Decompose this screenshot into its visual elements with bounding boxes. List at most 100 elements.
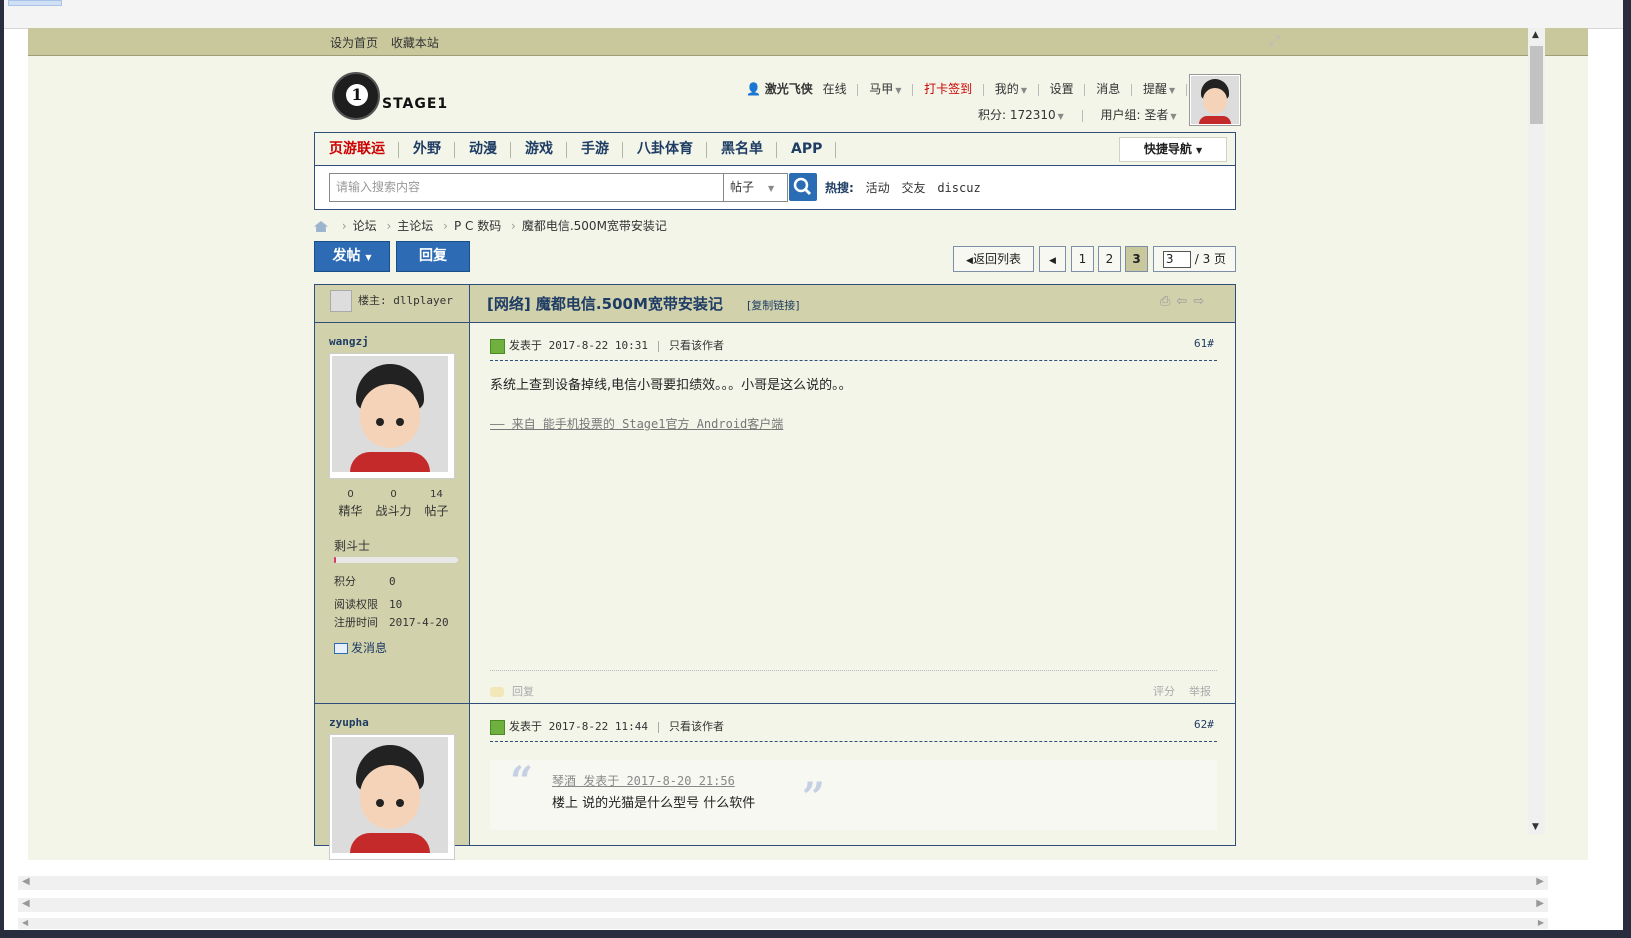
post-reply-link[interactable]: 回复: [490, 683, 534, 699]
post-signature[interactable]: —— 来自 能手机投票的 Stage1官方 Android客户端: [490, 415, 783, 432]
print-icon[interactable]: ⎙: [1160, 294, 1176, 309]
breadcrumb-pc-digital[interactable]: P C 数码: [454, 219, 501, 233]
nav-item-app[interactable]: APP: [777, 133, 837, 165]
breadcrumb-main-forum[interactable]: 主论坛: [397, 219, 433, 233]
search-button[interactable]: [789, 173, 817, 201]
hot-search-item[interactable]: discuz: [937, 181, 980, 195]
chevron-down-icon: ▼: [895, 86, 902, 95]
chevron-down-icon: ▼: [1057, 112, 1064, 121]
scroll-left-icon: ◀: [22, 918, 29, 927]
horizontal-scrollbar-outer-2[interactable]: ◀ ▶: [18, 918, 1548, 929]
hot-search-item[interactable]: 活动: [866, 181, 890, 195]
home-icon[interactable]: [314, 221, 328, 232]
nav-item-mobile-games[interactable]: 手游: [567, 133, 623, 165]
post-author-avatar[interactable]: [329, 353, 455, 479]
nav-item-gossip-sports[interactable]: 八卦体育: [623, 133, 707, 165]
page-1[interactable]: 1: [1071, 246, 1094, 272]
nav-item-games[interactable]: 游戏: [511, 133, 567, 165]
post-floor[interactable]: 61#: [1194, 337, 1214, 350]
nav-item-blacklist[interactable]: 黑名单: [707, 133, 777, 165]
breadcrumb-forum[interactable]: 论坛: [353, 219, 377, 233]
scroll-left-icon: ◀: [22, 876, 30, 887]
online-status: 在线: [822, 82, 847, 96]
desktop-bottom-edge: [0, 930, 1631, 938]
quote-meta[interactable]: 琴酒 发表于 2017-8-20 21:56: [552, 772, 735, 789]
next-thread-icon[interactable]: ⇨: [1193, 294, 1210, 309]
search-type-select[interactable]: 帖子 ▼: [723, 173, 788, 202]
post-actions: 评分 举报: [1153, 683, 1211, 699]
post-author-name[interactable]: wangzj: [329, 335, 369, 348]
post-meta: 发表于 2017-8-22 10:31 只看该作者: [490, 337, 724, 354]
chevron-left-icon: ◀: [1049, 256, 1056, 266]
nav-item-anime[interactable]: 动漫: [455, 133, 511, 165]
thread-title: [网络] 魔都电信.500M宽带安装记: [487, 295, 723, 313]
points-menu[interactable]: 积分: 172310 ▼: [978, 108, 1064, 122]
reply-button[interactable]: 回复: [396, 241, 470, 272]
post-author-avatar[interactable]: [329, 734, 455, 860]
only-author-link[interactable]: 只看该作者: [669, 720, 724, 733]
rank-progress-fill: [334, 557, 337, 563]
post-author-name[interactable]: zyupha: [329, 716, 369, 729]
expand-icon[interactable]: ⤢: [1269, 33, 1285, 49]
vertical-scrollbar[interactable]: ▲ ▼: [1528, 28, 1545, 834]
user-bar: 👤 激光飞侠 在线 马甲▼ 打卡签到 我的▼ 设置 消息 提醒▼ 退出: [746, 80, 1222, 97]
post-content: 发表于 2017-8-22 10:31 只看该作者 61# 系统上查到设备掉线,电…: [470, 323, 1235, 703]
user-icon: 👤: [746, 82, 761, 96]
scroll-right-icon: ▶: [1536, 898, 1544, 909]
online-user-icon: [490, 338, 505, 354]
search-input[interactable]: 请输入搜索内容: [329, 173, 734, 202]
page-3-current[interactable]: 3: [1125, 246, 1148, 272]
group-menu[interactable]: 用户组: 圣者 ▼: [1100, 108, 1176, 122]
user-stats-bar: 积分: 172310 ▼ 用户组: 圣者 ▼: [978, 106, 1177, 123]
back-to-list-button[interactable]: ◀返回列表: [953, 246, 1034, 272]
send-message-link[interactable]: 发消息: [334, 639, 387, 656]
avatar-image: [332, 737, 448, 853]
post-time: 发表于 2017-8-22 11:44: [509, 720, 648, 733]
post-author-panel: wangzj 0 精华 0 战斗力 14 帖子 剩斗士 积分 0 阅读权限 10 注册时间…: [315, 323, 470, 703]
thread-table: 楼主: dllplayer [网络] 魔都电信.500M宽带安装记 [复制链接]…: [314, 284, 1236, 860]
browser-tab[interactable]: [8, 0, 62, 6]
op-avatar[interactable]: [330, 290, 352, 312]
checkin-link[interactable]: 打卡签到: [924, 82, 972, 96]
copy-link-button[interactable]: [复制链接]: [747, 297, 800, 313]
post-author-panel: zyupha: [315, 704, 470, 860]
quick-nav-button[interactable]: 快捷导航 ▼: [1119, 137, 1227, 162]
header-avatar[interactable]: [1189, 74, 1241, 126]
chevron-down-icon: ▼: [1020, 86, 1027, 95]
post-floor[interactable]: 62#: [1194, 718, 1214, 731]
prev-page-button[interactable]: ◀: [1039, 246, 1066, 272]
scroll-thumb[interactable]: [1530, 46, 1543, 124]
bookmark-link[interactable]: 收藏本站: [391, 36, 439, 50]
vest-menu[interactable]: 马甲 ▼: [869, 82, 901, 96]
mine-menu[interactable]: 我的 ▼: [995, 82, 1027, 96]
prev-thread-icon[interactable]: ⇦: [1176, 294, 1193, 309]
thread-header: 楼主: dllplayer [网络] 魔都电信.500M宽带安装记 [复制链接]…: [315, 285, 1235, 323]
search-bar: 请输入搜索内容 帖子 ▼ 热搜: 活动 交友 discuz: [314, 165, 1236, 210]
new-post-button[interactable]: 发帖 ▼: [314, 241, 390, 272]
messages-link[interactable]: 消息: [1096, 82, 1120, 96]
report-link[interactable]: 举报: [1189, 685, 1211, 698]
reminders-menu[interactable]: 提醒 ▼: [1143, 82, 1175, 96]
logo-ball-icon: 1: [332, 72, 380, 120]
page-2[interactable]: 2: [1098, 246, 1121, 272]
author-read-perm: 阅读权限 10: [334, 598, 403, 611]
page-jump-input[interactable]: 3: [1162, 251, 1191, 268]
set-home-link[interactable]: 设为首页: [330, 36, 378, 50]
hot-search-item[interactable]: 交友: [901, 181, 925, 195]
scroll-up-icon[interactable]: ▲: [1532, 30, 1539, 40]
scroll-right-icon: ▶: [1537, 918, 1544, 927]
nav-item-webgame[interactable]: 页游联运: [315, 133, 399, 165]
avatar-image: [1191, 76, 1239, 124]
author-stats: 0 精华 0 战斗力 14 帖子: [338, 489, 449, 518]
username-link[interactable]: 激光飞侠: [765, 82, 813, 96]
only-author-link[interactable]: 只看该作者: [669, 339, 724, 352]
horizontal-scrollbar-outer[interactable]: ◀ ▶: [18, 898, 1548, 912]
site-logo[interactable]: 1 STAGE1: [330, 70, 460, 122]
scroll-down-icon[interactable]: ▼: [1532, 822, 1539, 832]
settings-link[interactable]: 设置: [1050, 82, 1074, 96]
breadcrumb-thread[interactable]: 魔都电信.500M宽带安装记: [522, 219, 667, 233]
quote-text: 楼上 说的光猫是什么型号 什么软件: [552, 796, 756, 811]
rate-link[interactable]: 评分: [1153, 685, 1175, 698]
horizontal-scrollbar[interactable]: ◀ ▶: [18, 876, 1548, 890]
nav-item-outfield[interactable]: 外野: [399, 133, 455, 165]
